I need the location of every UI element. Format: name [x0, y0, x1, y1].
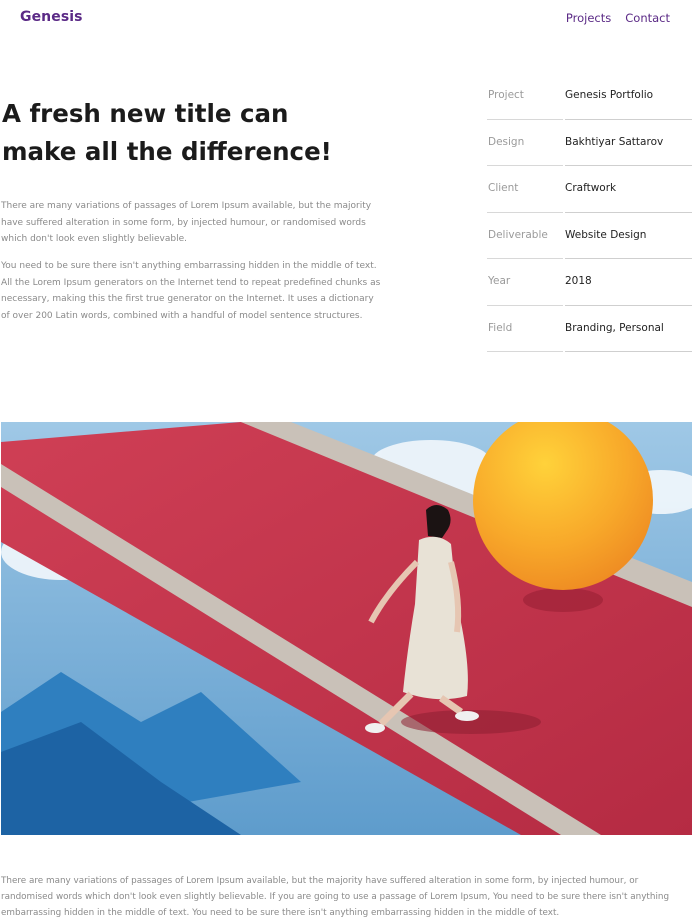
detail-value: Website Design: [565, 228, 647, 241]
divider: [565, 351, 692, 352]
detail-row-deliverable: Deliverable Website Design: [487, 213, 692, 259]
detail-value: 2018: [565, 275, 592, 287]
surreal-illustration: [1, 422, 692, 835]
footer-paragraph: There are many variations of passages of…: [1, 876, 670, 918]
detail-row-year: Year 2018: [487, 259, 692, 306]
detail-label: Client: [488, 182, 519, 194]
nav-link-projects[interactable]: Projects: [566, 11, 611, 25]
detail-value: Craftwork: [565, 182, 617, 194]
nav-links: Projects Contact: [566, 11, 670, 25]
detail-row-project: Project Genesis Portfolio: [487, 73, 692, 120]
nav-link-contact[interactable]: Contact: [625, 11, 670, 25]
detail-label: Deliverable: [488, 228, 548, 241]
detail-value: Genesis Portfolio: [565, 89, 654, 101]
brand-logo[interactable]: Genesis: [20, 9, 83, 25]
detail-value: Branding, Personal: [565, 321, 664, 334]
detail-row-field: Field Branding, Personal: [487, 306, 692, 352]
top-nav: Genesis Projects Contact: [0, 0, 692, 36]
hero-image: [1, 422, 692, 835]
detail-label: Year: [488, 275, 511, 287]
page-title: A fresh new title can make all the diffe…: [2, 99, 332, 166]
description-paragraph: You need to be sure there isn't anything…: [1, 261, 381, 321]
detail-label: Project: [488, 89, 524, 101]
detail-label: Design: [488, 135, 525, 148]
detail-value: Bakhtiyar Sattarov: [565, 135, 664, 148]
detail-row-design: Design Bakhtiyar Sattarov: [487, 120, 692, 166]
intro-paragraph: There are many variations of passages of…: [1, 201, 372, 244]
detail-row-client: Client Craftwork: [487, 166, 692, 213]
divider: [487, 351, 563, 352]
project-details-table: Project Genesis Portfolio Design Bakhtiy…: [487, 73, 692, 352]
sphere-shadow: [523, 588, 603, 612]
detail-label: Field: [488, 321, 513, 334]
